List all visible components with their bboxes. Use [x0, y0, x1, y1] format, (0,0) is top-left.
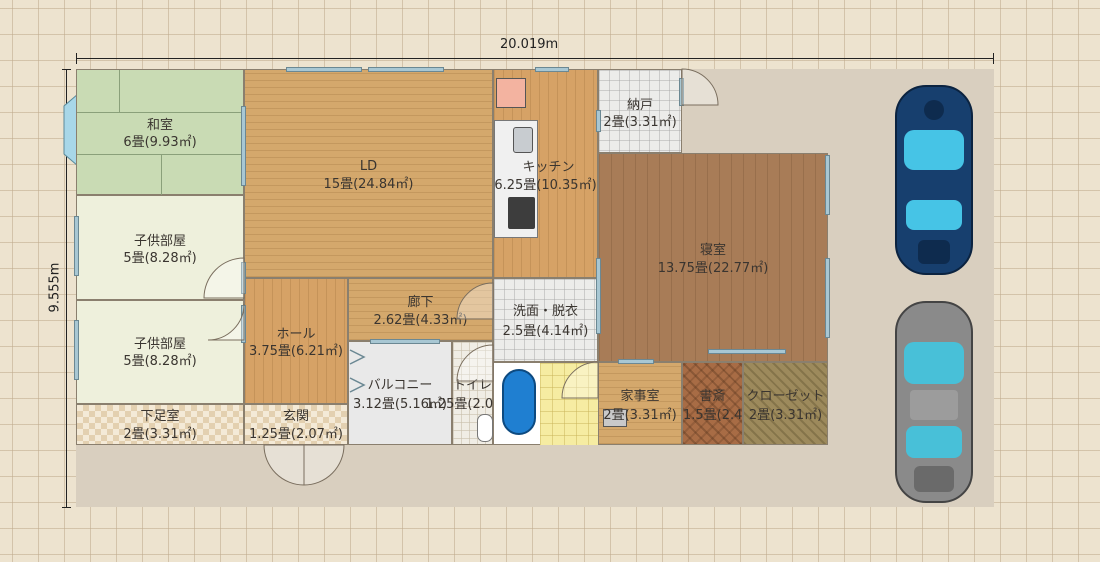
car-1-icon [895, 85, 973, 275]
car-2-icon [895, 301, 973, 503]
